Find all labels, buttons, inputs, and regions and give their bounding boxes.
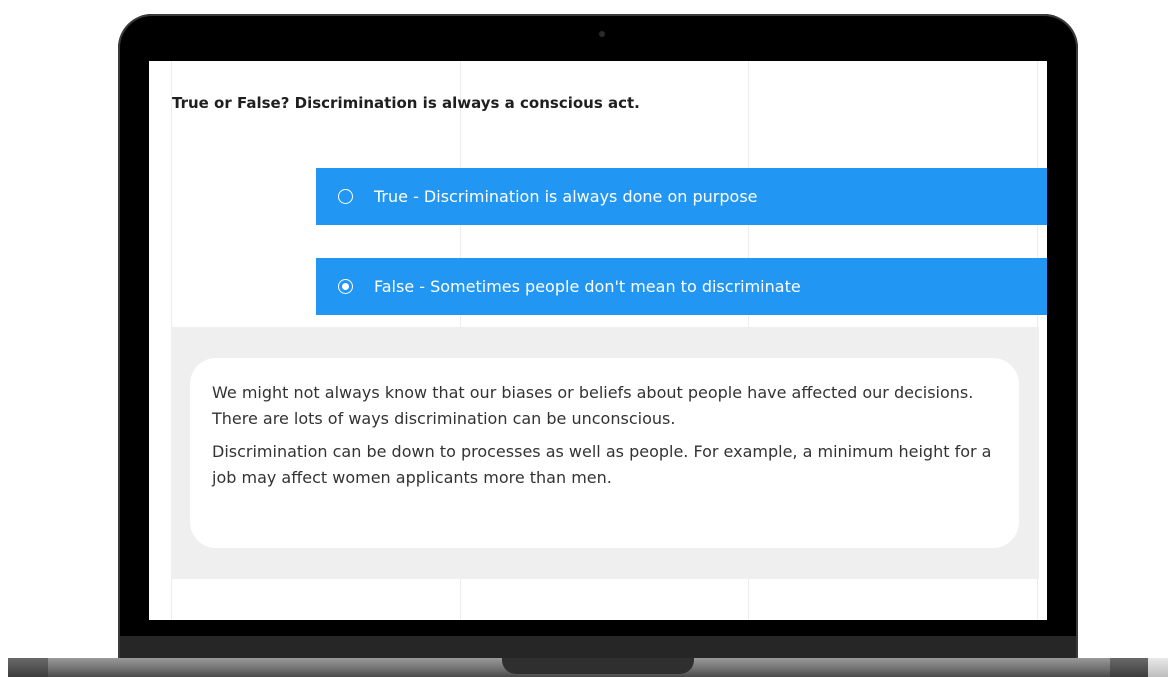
option-true[interactable]: True - Discrimination is always done on … (316, 168, 1047, 225)
feedback-paragraph: Discrimination can be down to processes … (212, 442, 992, 487)
question-text: True or False? Discrimination is always … (172, 94, 640, 112)
screen: True or False? Discrimination is always … (149, 61, 1047, 620)
option-label: False - Sometimes people don't mean to d… (374, 277, 801, 296)
feedback-paragraph: We might not always know that our biases… (212, 383, 974, 428)
radio-unselected-icon[interactable] (338, 189, 353, 204)
laptop-base-edge (1148, 658, 1168, 677)
laptop-chin (120, 636, 1076, 658)
camera-icon (599, 31, 605, 37)
radio-dot (342, 283, 349, 290)
feedback-card: We might not always know that our biases… (190, 358, 1019, 548)
laptop-notch (502, 658, 694, 674)
option-label: True - Discrimination is always done on … (374, 187, 758, 206)
radio-selected-icon[interactable] (338, 279, 353, 294)
laptop-base-cap (8, 658, 48, 677)
laptop-base-cap (1110, 658, 1148, 677)
option-false[interactable]: False - Sometimes people don't mean to d… (316, 258, 1047, 315)
